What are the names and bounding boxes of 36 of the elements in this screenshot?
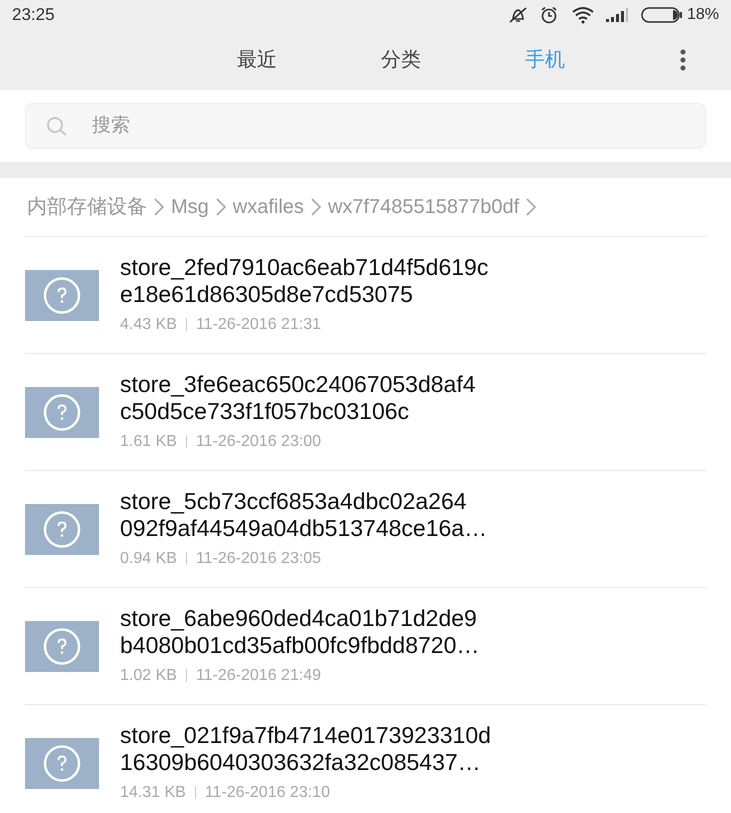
chevron-icon bbox=[525, 197, 538, 217]
mute-icon bbox=[506, 6, 529, 24]
file-date: 11-26-2016 21:31 bbox=[196, 314, 322, 334]
status-time: 23:25 bbox=[12, 4, 55, 26]
file-name[interactable]: store_2fed7910ac6eab71d4f5d619c e18e61d86305d8e7cd53075 bbox=[120, 254, 488, 308]
file-size: 0.94 KB bbox=[120, 548, 177, 568]
file-size: 1.02 KB bbox=[120, 666, 177, 686]
unknown-file-icon bbox=[25, 738, 99, 788]
file-date: 11-26-2016 23:10 bbox=[204, 782, 330, 802]
file-name[interactable]: store_6abe960ded4ca01b71d2de9 b4080b01cd35afb00fc9fbdd8720… bbox=[120, 604, 480, 658]
wifi-icon bbox=[570, 6, 595, 24]
chevron-icon bbox=[310, 197, 322, 217]
tab[interactable]: 最近 bbox=[195, 45, 319, 75]
file-date: 11-26-2016 23:00 bbox=[196, 432, 322, 452]
file-size: 1.61 KB bbox=[120, 432, 177, 452]
file-size: 14.31 KB bbox=[120, 782, 186, 802]
battery-icon bbox=[640, 7, 683, 23]
signal-icon bbox=[604, 8, 629, 22]
search-icon bbox=[45, 115, 69, 137]
unknown-file-icon bbox=[25, 620, 99, 672]
alarm-icon bbox=[538, 6, 559, 24]
more-menu-icon[interactable] bbox=[679, 48, 687, 72]
unknown-file-icon bbox=[25, 504, 99, 554]
file-date: 11-26-2016 21:49 bbox=[196, 666, 322, 686]
unknown-file-icon bbox=[25, 270, 99, 320]
file-size: 4.43 KB bbox=[120, 314, 177, 334]
file-date: 11-26-2016 23:05 bbox=[196, 548, 322, 568]
unknown-file-icon bbox=[25, 386, 99, 438]
file-name[interactable]: store_5cb73ccf6853a4dbc02a264 092f9af44549a04db513748ce16a… bbox=[120, 488, 488, 542]
chevron-icon bbox=[214, 197, 227, 217]
tab[interactable]: 分类 bbox=[339, 45, 463, 75]
search-field[interactable]: 搜索 bbox=[25, 103, 706, 149]
battery-percent: 18% bbox=[686, 5, 719, 25]
chevron-icon bbox=[153, 197, 165, 217]
file-name[interactable]: store_3fe6eac650c24067053d8af4 c50d5ce733f1f057bc03106c bbox=[120, 370, 476, 424]
file-name[interactable]: store_021f9a7fb4714e0173923310d 16309b6040303632fa32c085437… bbox=[120, 722, 491, 776]
